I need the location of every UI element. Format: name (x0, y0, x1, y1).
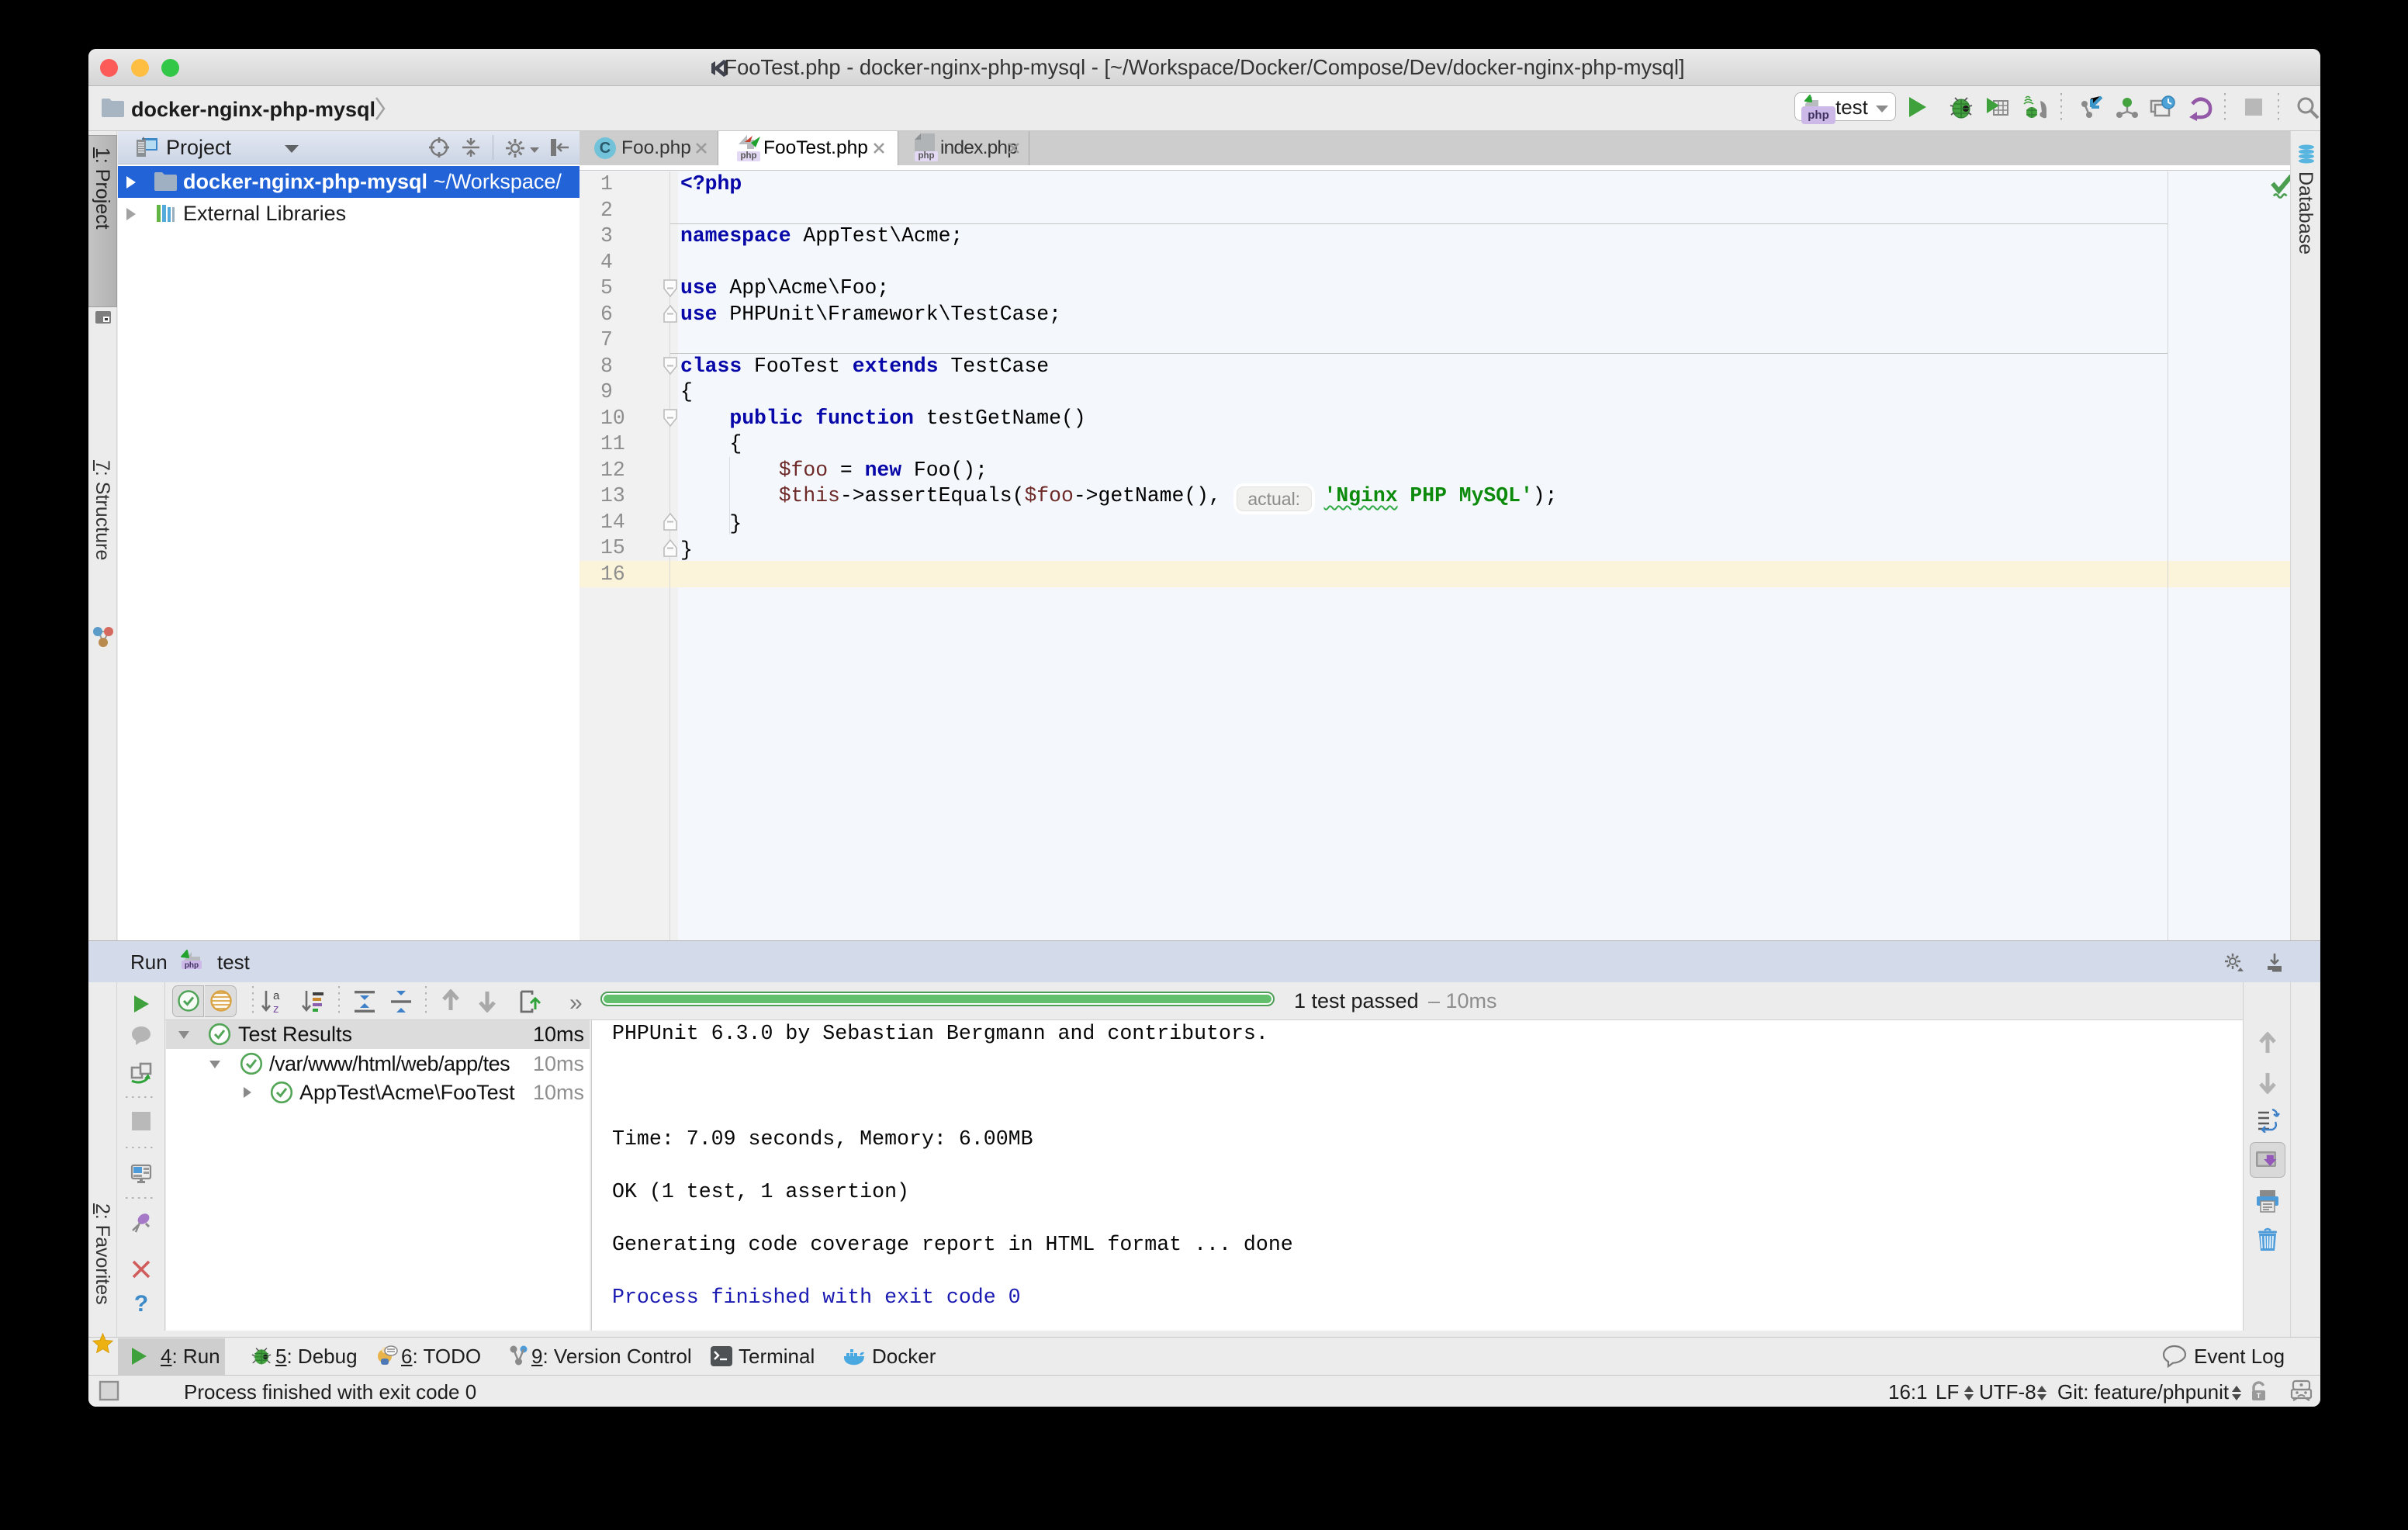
svg-text:a: a (273, 989, 280, 1002)
svg-text:z: z (273, 1002, 279, 1014)
svg-text:php: php (185, 961, 199, 969)
svg-text:T: T (2257, 1392, 2261, 1400)
